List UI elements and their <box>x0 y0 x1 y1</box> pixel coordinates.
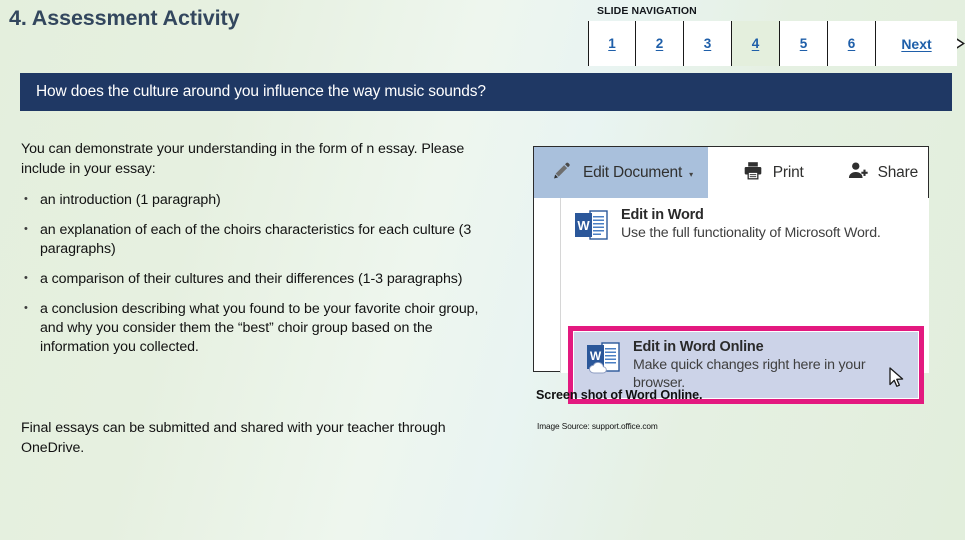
menu-item-description: Use the full functionality of Microsoft … <box>621 225 881 241</box>
list-item: an introduction (1 paragraph) <box>21 190 491 210</box>
word-online-screenshot: Edit Document ▾ Print Share W Edit in Wo… <box>533 146 929 404</box>
word-document-icon: W <box>573 207 615 259</box>
share-person-icon <box>846 160 869 186</box>
menu-item-description: Make quick changes right here in your br… <box>633 357 866 391</box>
nav-slide-4[interactable]: 4 <box>732 21 780 66</box>
nav-slide-2[interactable]: 2 <box>636 21 684 66</box>
nav-slide-3[interactable]: 3 <box>684 21 732 66</box>
svg-text:W: W <box>577 218 590 233</box>
share-button[interactable]: Share <box>836 147 928 198</box>
list-item: a comparison of their cultures and their… <box>21 269 491 289</box>
page-title: 4. Assessment Activity <box>9 6 240 30</box>
word-toolbar: Edit Document ▾ Print Share <box>534 147 928 198</box>
print-label: Print <box>772 163 804 181</box>
menu-item-edit-in-word[interactable]: W Edit in Word Use the full functionalit… <box>561 198 929 268</box>
nav-slide-1[interactable]: 1 <box>588 21 636 66</box>
edit-document-label: Edit Document <box>583 163 683 181</box>
essay-requirements-list: an introduction (1 paragraph) an explana… <box>21 190 491 357</box>
menu-item-title: Edit in Word <box>621 207 704 223</box>
screenshot-caption: Screen shot of Word Online. <box>536 388 703 402</box>
slide-navigation-cells: 1 2 3 4 5 6 Next <box>588 21 957 66</box>
menu-item-text: Edit in Word Use the full functionality … <box>615 207 881 259</box>
slide-navigation: SLIDE NAVIGATION 1 2 3 4 5 6 Next <box>588 2 965 66</box>
submission-note: Final essays can be submitted and shared… <box>21 420 446 456</box>
pencil-icon <box>552 160 573 186</box>
list-item: a conclusion describing what you found t… <box>21 299 491 357</box>
screenshot-source-credit: Image Source: support.office.com <box>537 421 658 431</box>
printer-icon <box>742 160 764 186</box>
chevron-down-icon: ▾ <box>689 169 694 179</box>
nav-slide-5[interactable]: 5 <box>780 21 828 66</box>
edit-document-dropdown: W Edit in Word Use the full functionalit… <box>560 198 929 404</box>
list-item: an explanation of each of the choirs cha… <box>21 220 491 259</box>
instructions-intro: You can demonstrate your understanding i… <box>21 141 465 177</box>
share-label: Share <box>877 163 919 181</box>
edit-document-button[interactable]: Edit Document ▾ <box>534 147 708 198</box>
assessment-instructions: You can demonstrate your understanding i… <box>21 140 491 456</box>
svg-text:W: W <box>590 349 602 363</box>
print-button[interactable]: Print <box>732 147 814 198</box>
question-banner-text: How does the culture around you influenc… <box>36 83 486 100</box>
question-banner: How does the culture around you influenc… <box>20 73 952 111</box>
nav-next-button[interactable]: Next <box>876 21 957 66</box>
slide-navigation-label: SLIDE NAVIGATION <box>597 5 697 17</box>
nav-slide-6[interactable]: 6 <box>828 21 876 66</box>
menu-item-title: Edit in Word Online <box>633 339 764 355</box>
mouse-cursor-icon <box>889 367 904 388</box>
